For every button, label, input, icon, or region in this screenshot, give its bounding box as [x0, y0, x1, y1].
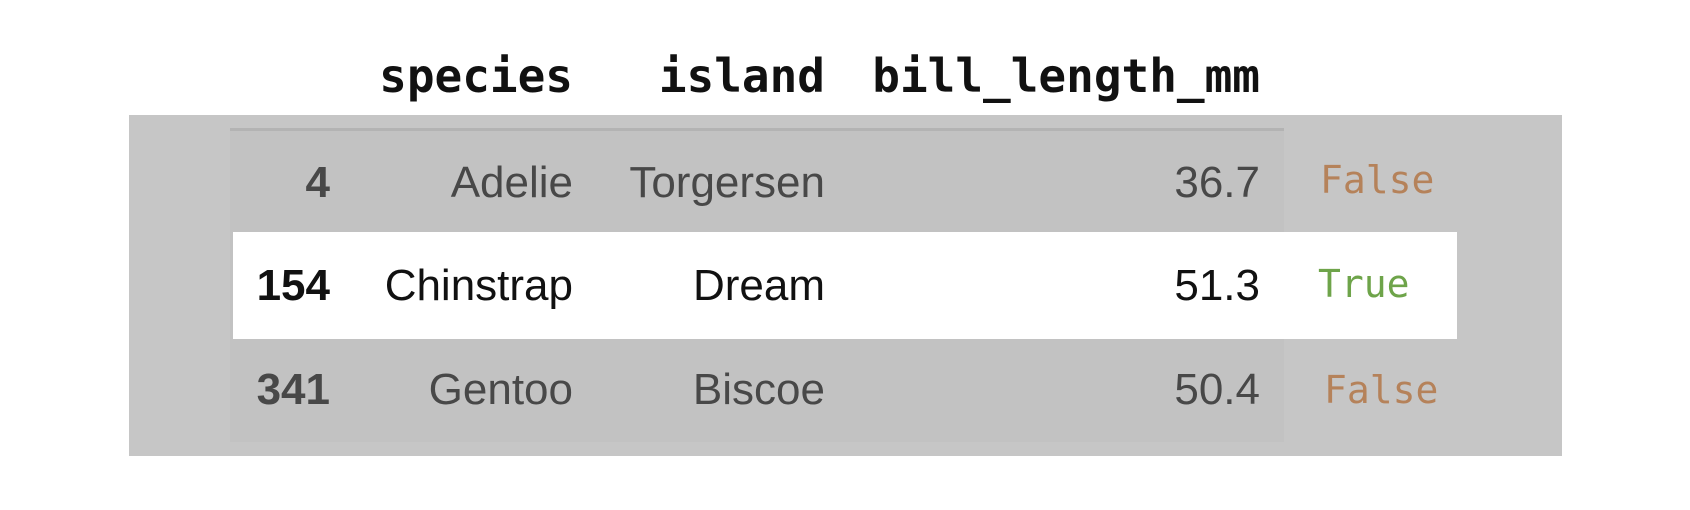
- row-index: 4: [305, 158, 330, 207]
- row-index: 341: [256, 365, 330, 414]
- species-cell: Chinstrap: [384, 261, 573, 310]
- bill-length-cell: 51.3: [1174, 261, 1260, 310]
- match-flag: False: [1320, 158, 1435, 202]
- column-header-species: species: [379, 49, 573, 103]
- island-cell: Dream: [692, 261, 825, 310]
- island-cell: Torgersen: [629, 158, 825, 207]
- bill-length-cell: 50.4: [1174, 365, 1260, 414]
- column-header-bill-length: bill_length_mm: [872, 49, 1260, 103]
- header-divider: [230, 128, 1284, 131]
- match-flag: False: [1324, 368, 1439, 412]
- bill-length-cell: 36.7: [1174, 158, 1260, 207]
- column-header-island: island: [658, 49, 825, 103]
- species-cell: Gentoo: [428, 365, 573, 414]
- row-index: 154: [256, 261, 330, 310]
- match-flag: True: [1318, 262, 1410, 306]
- species-cell: Adelie: [450, 158, 573, 207]
- island-cell: Biscoe: [692, 365, 825, 414]
